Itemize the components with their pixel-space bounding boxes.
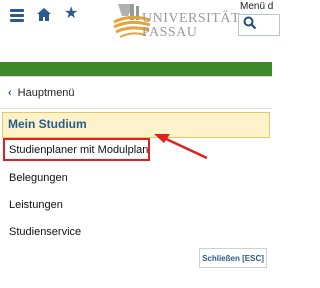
- back-to-main-menu-link[interactable]: ‹ Hauptmenü: [8, 87, 75, 99]
- hamburger-menu-icon[interactable]: [10, 9, 24, 23]
- divider: [0, 108, 272, 109]
- logo-text-line1: UNIVERSITÄT: [142, 11, 241, 26]
- chevron-left-icon: ‹: [8, 87, 12, 99]
- home-icon[interactable]: [37, 8, 51, 26]
- green-divider-bar: [0, 62, 272, 76]
- logo-text-line2: PASSAU: [142, 25, 198, 40]
- star-favorites-icon[interactable]: ★: [64, 6, 78, 22]
- menu-item-studienservice[interactable]: Studienservice: [9, 226, 81, 238]
- annotation-highlight-box: [3, 138, 150, 161]
- search-icon[interactable]: [243, 16, 257, 35]
- close-button[interactable]: Schließen [ESC]: [199, 248, 267, 268]
- menu-item-belegungen[interactable]: Belegungen: [9, 172, 68, 184]
- back-link-label: Hauptmenü: [17, 87, 75, 99]
- menu-item-leistungen[interactable]: Leistungen: [9, 199, 63, 211]
- menu-label: Menü d: [240, 1, 274, 12]
- annotation-arrow-icon: [150, 130, 210, 165]
- active-menu-label: Mein Studium: [8, 117, 87, 131]
